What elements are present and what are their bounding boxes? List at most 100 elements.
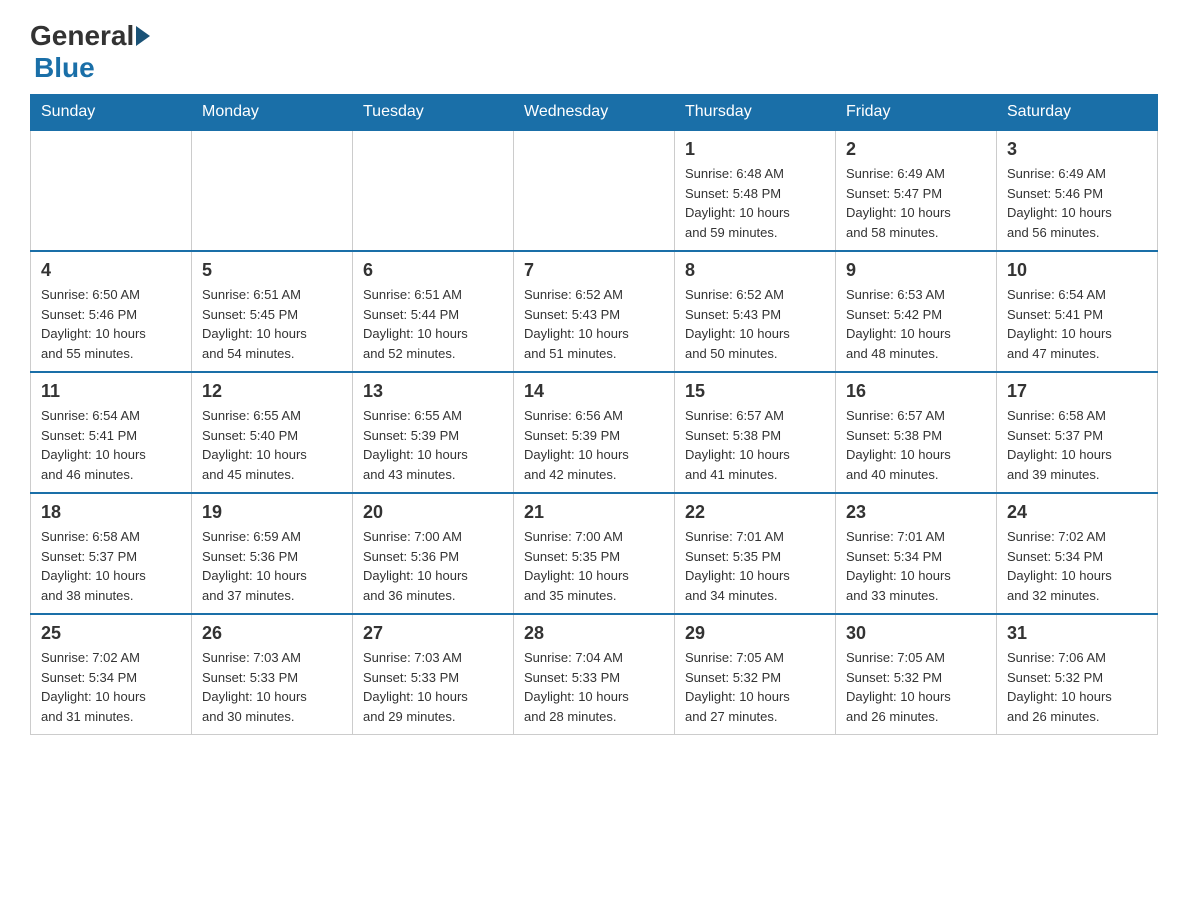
day-number: 17	[1007, 381, 1147, 402]
day-info: Sunrise: 7:04 AMSunset: 5:33 PMDaylight:…	[524, 648, 664, 726]
day-number: 5	[202, 260, 342, 281]
day-number: 26	[202, 623, 342, 644]
calendar-cell: 18 Sunrise: 6:58 AMSunset: 5:37 PMDayligh…	[31, 493, 192, 614]
calendar-cell: 27 Sunrise: 7:03 AMSunset: 5:33 PMDayligh…	[353, 614, 514, 735]
weekday-header-monday: Monday	[192, 95, 353, 131]
day-number: 27	[363, 623, 503, 644]
calendar-cell: 7 Sunrise: 6:52 AMSunset: 5:43 PMDaylight…	[514, 251, 675, 372]
day-info: Sunrise: 6:58 AMSunset: 5:37 PMDaylight:…	[41, 527, 181, 605]
calendar-cell: 30 Sunrise: 7:05 AMSunset: 5:32 PMDayligh…	[836, 614, 997, 735]
calendar-week-5: 25 Sunrise: 7:02 AMSunset: 5:34 PMDayligh…	[31, 614, 1158, 735]
calendar-cell	[353, 130, 514, 251]
calendar-cell: 12Sunrise: 6:55 AMSunset: 5:40 PMDayligh…	[192, 372, 353, 493]
day-number: 16	[846, 381, 986, 402]
day-number: 11	[41, 381, 181, 402]
calendar-cell: 24 Sunrise: 7:02 AMSunset: 5:34 PMDayligh…	[997, 493, 1158, 614]
calendar-cell: 11 Sunrise: 6:54 AMSunset: 5:41 PMDayligh…	[31, 372, 192, 493]
day-number: 10	[1007, 260, 1147, 281]
day-info: Sunrise: 7:02 AMSunset: 5:34 PMDaylight:…	[41, 648, 181, 726]
logo: General Blue	[30, 20, 152, 84]
calendar-cell: 23 Sunrise: 7:01 AMSunset: 5:34 PMDayligh…	[836, 493, 997, 614]
day-number: 20	[363, 502, 503, 523]
calendar-cell: 5 Sunrise: 6:51 AMSunset: 5:45 PMDaylight…	[192, 251, 353, 372]
day-info: Sunrise: 6:54 AMSunset: 5:41 PMDaylight:…	[1007, 285, 1147, 363]
day-info: Sunrise: 6:49 AMSunset: 5:47 PMDaylight:…	[846, 164, 986, 242]
weekday-header-thursday: Thursday	[675, 95, 836, 131]
day-number: 7	[524, 260, 664, 281]
calendar-week-2: 4Sunrise: 6:50 AMSunset: 5:46 PMDaylight…	[31, 251, 1158, 372]
weekday-header-sunday: Sunday	[31, 95, 192, 131]
calendar-cell: 6Sunrise: 6:51 AMSunset: 5:44 PMDaylight…	[353, 251, 514, 372]
day-info: Sunrise: 6:53 AMSunset: 5:42 PMDaylight:…	[846, 285, 986, 363]
day-number: 28	[524, 623, 664, 644]
weekday-header-wednesday: Wednesday	[514, 95, 675, 131]
day-number: 30	[846, 623, 986, 644]
day-info: Sunrise: 6:57 AMSunset: 5:38 PMDaylight:…	[685, 406, 825, 484]
day-info: Sunrise: 6:49 AMSunset: 5:46 PMDaylight:…	[1007, 164, 1147, 242]
calendar-week-4: 18 Sunrise: 6:58 AMSunset: 5:37 PMDayligh…	[31, 493, 1158, 614]
page-header: General Blue	[30, 20, 1158, 84]
day-info: Sunrise: 7:02 AMSunset: 5:34 PMDaylight:…	[1007, 527, 1147, 605]
calendar-cell: 15 Sunrise: 6:57 AMSunset: 5:38 PMDayligh…	[675, 372, 836, 493]
day-number: 13	[363, 381, 503, 402]
day-info: Sunrise: 7:01 AMSunset: 5:34 PMDaylight:…	[846, 527, 986, 605]
day-number: 9	[846, 260, 986, 281]
day-number: 23	[846, 502, 986, 523]
day-info: Sunrise: 6:52 AMSunset: 5:43 PMDaylight:…	[685, 285, 825, 363]
logo-arrow-icon	[136, 26, 150, 46]
day-info: Sunrise: 6:50 AMSunset: 5:46 PMDaylight:…	[41, 285, 181, 363]
weekday-header-tuesday: Tuesday	[353, 95, 514, 131]
day-number: 29	[685, 623, 825, 644]
calendar-cell: 16Sunrise: 6:57 AMSunset: 5:38 PMDayligh…	[836, 372, 997, 493]
day-info: Sunrise: 6:54 AMSunset: 5:41 PMDaylight:…	[41, 406, 181, 484]
day-info: Sunrise: 7:05 AMSunset: 5:32 PMDaylight:…	[846, 648, 986, 726]
day-info: Sunrise: 7:03 AMSunset: 5:33 PMDaylight:…	[202, 648, 342, 726]
day-number: 25	[41, 623, 181, 644]
calendar-cell: 29Sunrise: 7:05 AMSunset: 5:32 PMDayligh…	[675, 614, 836, 735]
calendar-cell: 17 Sunrise: 6:58 AMSunset: 5:37 PMDayligh…	[997, 372, 1158, 493]
calendar-cell: 28 Sunrise: 7:04 AMSunset: 5:33 PMDayligh…	[514, 614, 675, 735]
day-info: Sunrise: 6:51 AMSunset: 5:45 PMDaylight:…	[202, 285, 342, 363]
logo-blue-text: Blue	[34, 52, 95, 83]
calendar-cell	[31, 130, 192, 251]
calendar-cell	[514, 130, 675, 251]
calendar-cell: 10 Sunrise: 6:54 AMSunset: 5:41 PMDayligh…	[997, 251, 1158, 372]
calendar-cell: 1Sunrise: 6:48 AMSunset: 5:48 PMDaylight…	[675, 130, 836, 251]
day-info: Sunrise: 7:01 AMSunset: 5:35 PMDaylight:…	[685, 527, 825, 605]
day-number: 24	[1007, 502, 1147, 523]
calendar-cell: 25 Sunrise: 7:02 AMSunset: 5:34 PMDayligh…	[31, 614, 192, 735]
day-number: 3	[1007, 139, 1147, 160]
calendar-cell: 3 Sunrise: 6:49 AMSunset: 5:46 PMDaylight…	[997, 130, 1158, 251]
calendar-cell: 21 Sunrise: 7:00 AMSunset: 5:35 PMDayligh…	[514, 493, 675, 614]
day-number: 2	[846, 139, 986, 160]
calendar-cell: 8 Sunrise: 6:52 AMSunset: 5:43 PMDaylight…	[675, 251, 836, 372]
day-number: 8	[685, 260, 825, 281]
calendar-cell: 4Sunrise: 6:50 AMSunset: 5:46 PMDaylight…	[31, 251, 192, 372]
calendar-cell: 13 Sunrise: 6:55 AMSunset: 5:39 PMDayligh…	[353, 372, 514, 493]
day-number: 15	[685, 381, 825, 402]
calendar-cell: 19Sunrise: 6:59 AMSunset: 5:36 PMDayligh…	[192, 493, 353, 614]
day-info: Sunrise: 7:03 AMSunset: 5:33 PMDaylight:…	[363, 648, 503, 726]
day-info: Sunrise: 6:48 AMSunset: 5:48 PMDaylight:…	[685, 164, 825, 242]
calendar-cell: 22Sunrise: 7:01 AMSunset: 5:35 PMDayligh…	[675, 493, 836, 614]
day-info: Sunrise: 7:06 AMSunset: 5:32 PMDaylight:…	[1007, 648, 1147, 726]
day-number: 18	[41, 502, 181, 523]
day-info: Sunrise: 6:55 AMSunset: 5:40 PMDaylight:…	[202, 406, 342, 484]
calendar-cell: 20Sunrise: 7:00 AMSunset: 5:36 PMDayligh…	[353, 493, 514, 614]
weekday-header-friday: Friday	[836, 95, 997, 131]
day-number: 14	[524, 381, 664, 402]
day-info: Sunrise: 6:55 AMSunset: 5:39 PMDaylight:…	[363, 406, 503, 484]
day-info: Sunrise: 6:52 AMSunset: 5:43 PMDaylight:…	[524, 285, 664, 363]
day-info: Sunrise: 7:00 AMSunset: 5:35 PMDaylight:…	[524, 527, 664, 605]
day-number: 21	[524, 502, 664, 523]
calendar-cell	[192, 130, 353, 251]
calendar-cell: 26 Sunrise: 7:03 AMSunset: 5:33 PMDayligh…	[192, 614, 353, 735]
day-info: Sunrise: 6:59 AMSunset: 5:36 PMDaylight:…	[202, 527, 342, 605]
calendar-cell: 9 Sunrise: 6:53 AMSunset: 5:42 PMDaylight…	[836, 251, 997, 372]
weekday-header-saturday: Saturday	[997, 95, 1158, 131]
day-info: Sunrise: 6:58 AMSunset: 5:37 PMDaylight:…	[1007, 406, 1147, 484]
day-info: Sunrise: 6:56 AMSunset: 5:39 PMDaylight:…	[524, 406, 664, 484]
calendar-week-3: 11 Sunrise: 6:54 AMSunset: 5:41 PMDayligh…	[31, 372, 1158, 493]
calendar-cell: 14 Sunrise: 6:56 AMSunset: 5:39 PMDayligh…	[514, 372, 675, 493]
day-number: 31	[1007, 623, 1147, 644]
